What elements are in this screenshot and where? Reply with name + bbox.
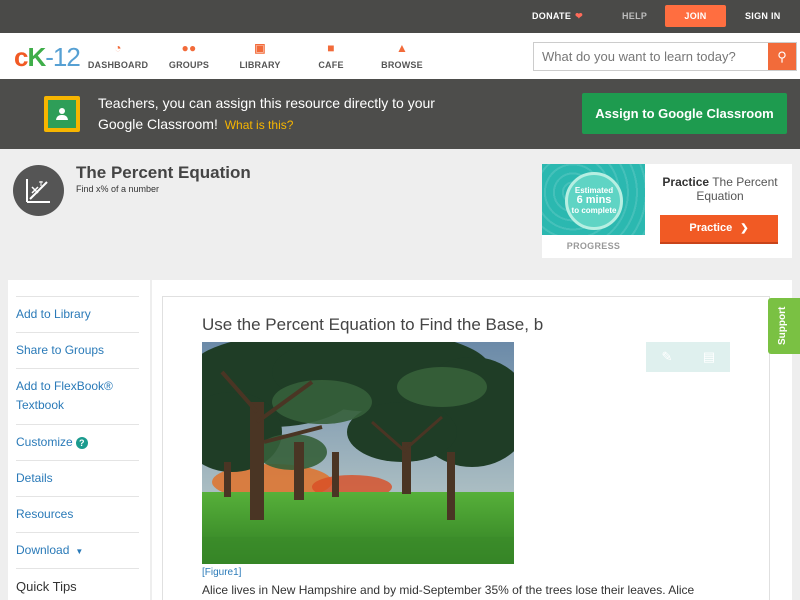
- annotation-tools: ✎ ▤: [646, 342, 730, 372]
- ck12-logo[interactable]: cK-12: [14, 42, 81, 73]
- section-title: Use the Percent Equation to Find the Bas…: [202, 315, 544, 334]
- support-tab[interactable]: Support: [768, 298, 800, 354]
- left-sidebar: Add to Library Share to Groups Add to Fl…: [8, 280, 150, 600]
- heart-icon: ❤: [575, 11, 583, 21]
- sidebar-item-customize[interactable]: Customize?: [16, 424, 139, 460]
- library-icon: ▣: [254, 41, 266, 55]
- join-button[interactable]: JOIN: [665, 5, 726, 27]
- sidebar-item-resources[interactable]: Resources: [16, 496, 139, 532]
- sidebar-item-details[interactable]: Details: [16, 460, 139, 496]
- figure-trees-image: [202, 342, 514, 564]
- page-title: The Percent Equation: [76, 163, 251, 182]
- donate-label: DONATE: [532, 11, 572, 21]
- nav-library[interactable]: ▣ LIBRARY: [220, 41, 300, 70]
- pencil-icon[interactable]: ✎: [646, 342, 688, 372]
- sign-in-link[interactable]: SIGN IN: [745, 0, 781, 33]
- figure-caption[interactable]: [Figure1]: [202, 567, 241, 578]
- practice-button[interactable]: Practice ❯: [660, 215, 778, 244]
- percent-equation-icon: [13, 165, 64, 216]
- help-icon[interactable]: ?: [75, 437, 88, 449]
- dashboard-icon: ◔: [114, 41, 122, 55]
- nav-dashboard[interactable]: ◔ DASHBOARD: [78, 41, 158, 70]
- groups-icon: ●●: [181, 41, 197, 55]
- search-icon: ⚲: [777, 49, 787, 64]
- search-button[interactable]: ⚲: [768, 43, 796, 70]
- assign-to-google-classroom-button[interactable]: Assign to Google Classroom: [582, 93, 787, 134]
- sidebar-item-download[interactable]: Download ▼: [16, 532, 139, 568]
- nav-cafe[interactable]: ■ CAFE: [291, 41, 371, 70]
- sidebar-item-quick-tips[interactable]: Quick Tips: [16, 568, 139, 600]
- nav-browse[interactable]: ▲ BROWSE: [362, 41, 442, 70]
- what-is-this-link[interactable]: What is this?: [225, 118, 294, 132]
- sidebar-item-share-to-groups[interactable]: Share to Groups: [16, 332, 139, 368]
- search-box: ⚲: [533, 42, 797, 71]
- google-classroom-banner: Teachers, you can assign this resource d…: [0, 79, 800, 149]
- google-classroom-icon: [44, 96, 80, 132]
- chevron-right-icon: ❯: [740, 223, 749, 234]
- main-navigation: cK-12 ◔ DASHBOARD ●● GROUPS ▣ LIBRARY ■ …: [0, 33, 800, 79]
- practice-title: Practice The Percent Equation: [662, 175, 778, 203]
- caret-down-icon: ▼: [75, 547, 84, 556]
- progress-label: PROGRESS: [566, 241, 621, 251]
- help-link[interactable]: HELP: [622, 0, 647, 33]
- progress-panel: Estimated 6 mins to complete PROGRESS: [542, 164, 645, 258]
- practice-card: Estimated 6 mins to complete PROGRESS Pr…: [542, 164, 792, 258]
- estimated-time-ring: Estimated 6 mins to complete: [565, 172, 623, 230]
- sidebar-item-add-to-library[interactable]: Add to Library: [16, 296, 139, 332]
- page-subtitle: Find x% of a number: [76, 184, 160, 194]
- donate-link[interactable]: DONATE ❤: [532, 0, 583, 33]
- lesson-paragraph: Alice lives in New Hampshire and by mid-…: [202, 583, 695, 597]
- browse-icon: ▲: [395, 41, 409, 55]
- search-input[interactable]: [542, 43, 767, 70]
- top-utility-bar: DONATE ❤ HELP JOIN SIGN IN: [0, 0, 800, 33]
- sidebar-item-add-to-flexbook[interactable]: Add to FlexBook® Textbook: [16, 368, 139, 424]
- banner-text: Teachers, you can assign this resource d…: [98, 95, 435, 132]
- notes-icon[interactable]: ▤: [688, 342, 730, 372]
- cafe-icon: ■: [327, 41, 335, 55]
- nav-groups[interactable]: ●● GROUPS: [149, 41, 229, 70]
